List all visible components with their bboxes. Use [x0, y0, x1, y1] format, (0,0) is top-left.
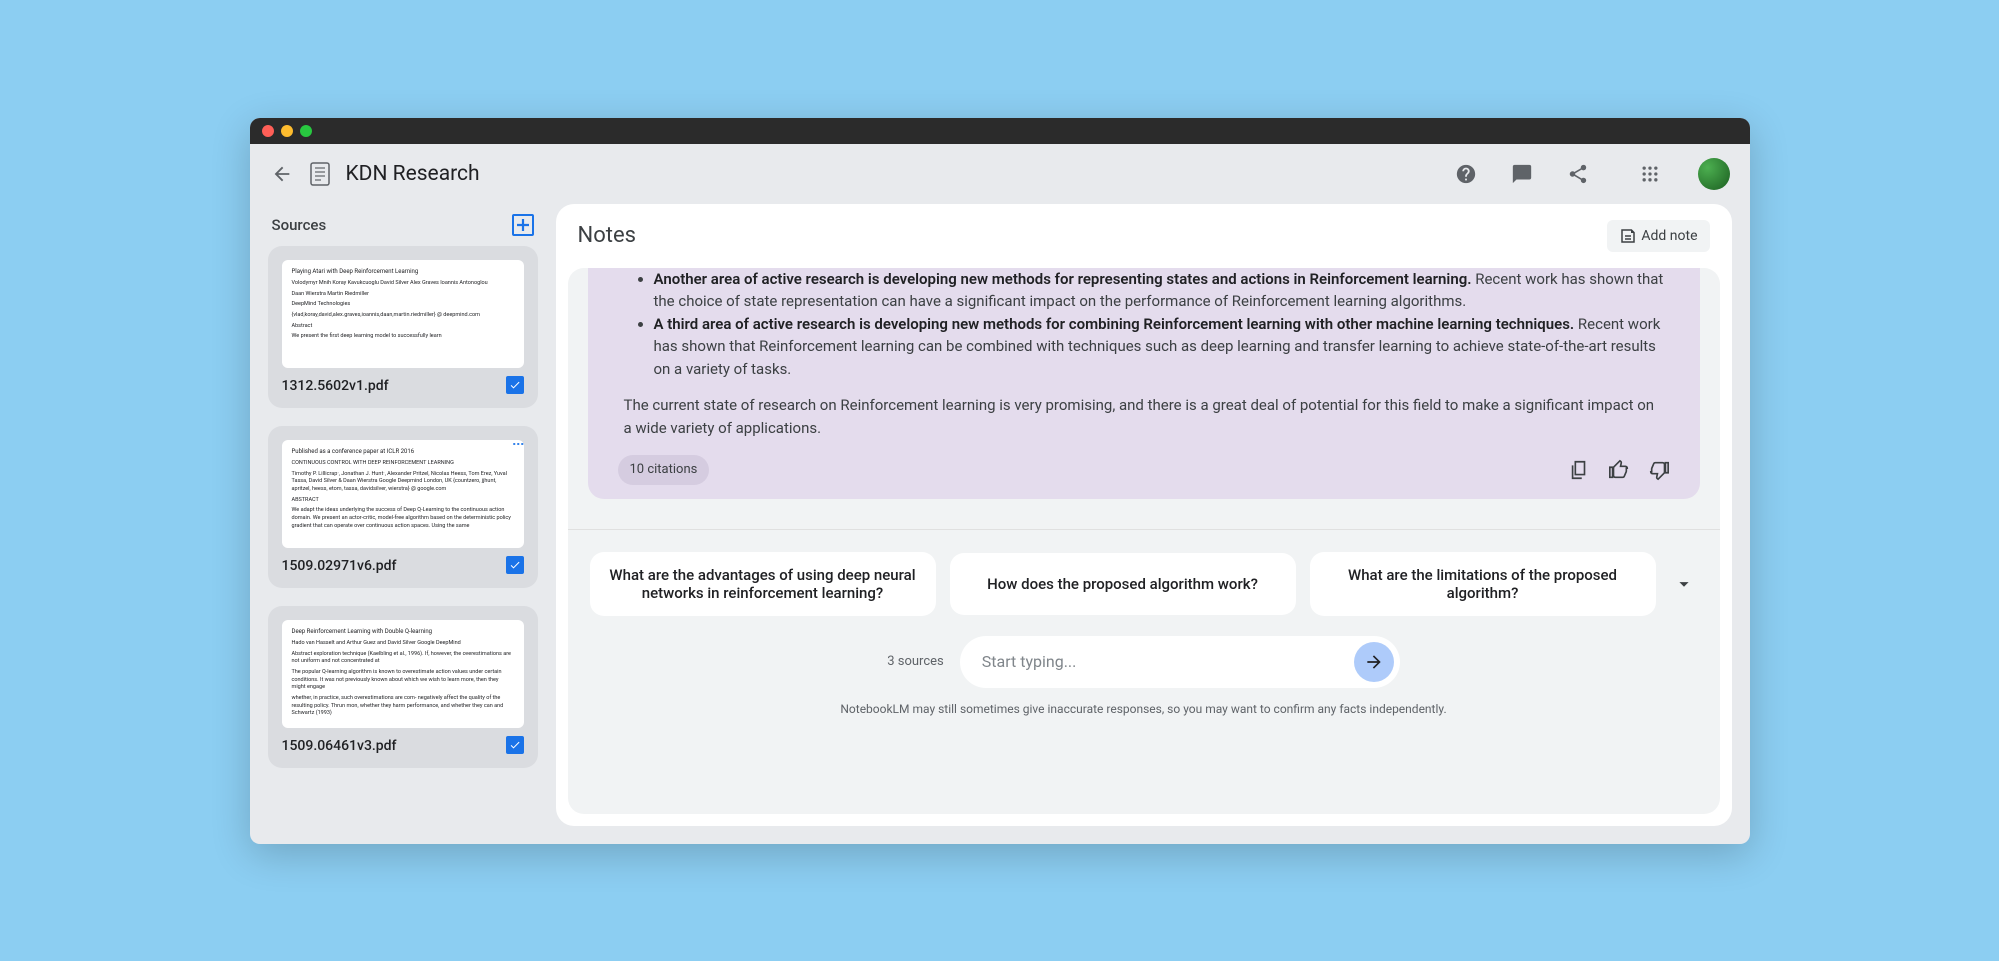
- notebook-title[interactable]: KDN Research: [346, 162, 480, 186]
- chat-area: Another area of active research is devel…: [568, 268, 1720, 814]
- source-thumbnail: Published as a conference paper at ICLR …: [282, 440, 524, 548]
- source-checkbox[interactable]: [506, 376, 524, 394]
- send-button[interactable]: [1354, 642, 1394, 682]
- copy-icon: [1568, 459, 1590, 481]
- source-card[interactable]: Playing Atari with Deep Reinforcement Le…: [268, 246, 538, 408]
- suggestions-row: What are the advantages of using deep ne…: [568, 529, 1720, 626]
- thumbs-up-icon: [1608, 459, 1630, 481]
- back-button[interactable]: [270, 162, 294, 186]
- expand-suggestions-button[interactable]: [1670, 573, 1698, 595]
- source-checkbox[interactable]: [506, 556, 524, 574]
- source-card[interactable]: ⋮ Published as a conference paper at ICL…: [268, 426, 538, 588]
- source-filename: 1509.02971v6.pdf: [282, 558, 524, 574]
- response-bullet: Another area of active research is devel…: [654, 268, 1670, 313]
- source-thumbnail: Deep Reinforcement Learning with Double …: [282, 620, 524, 728]
- document-icon: [310, 162, 330, 186]
- source-filename: 1312.5602v1.pdf: [282, 378, 524, 394]
- chevron-down-icon: [1673, 573, 1695, 595]
- content-area: Sources Playing Atari with Deep Reinforc…: [250, 204, 1750, 844]
- main-panel: Notes Add note Another area of active re…: [556, 204, 1732, 826]
- thumbs-up-button[interactable]: [1608, 459, 1630, 481]
- source-count-label: 3 sources: [887, 654, 944, 669]
- check-icon: [509, 559, 521, 571]
- notes-title: Notes: [578, 223, 636, 248]
- add-note-button[interactable]: Add note: [1607, 220, 1709, 252]
- response-bullet: A third area of active research is devel…: [654, 313, 1670, 381]
- thumbs-down-icon: [1648, 459, 1670, 481]
- suggestion-chip[interactable]: What are the advantages of using deep ne…: [590, 552, 936, 616]
- sources-title: Sources: [272, 216, 327, 234]
- share-icon: [1567, 163, 1589, 185]
- feedback-icons: [1568, 459, 1670, 481]
- check-icon: [509, 379, 521, 391]
- feedback-button[interactable]: [1510, 162, 1534, 186]
- add-note-label: Add note: [1641, 228, 1697, 244]
- response-card: Another area of active research is devel…: [588, 268, 1700, 499]
- main-header: Notes Add note: [556, 204, 1732, 268]
- user-avatar[interactable]: [1698, 158, 1730, 190]
- chat-input-container: [960, 636, 1400, 688]
- apps-grid-icon: [1640, 164, 1660, 184]
- chat-icon: [1511, 163, 1533, 185]
- response-footer: 10 citations: [618, 455, 1670, 485]
- arrow-forward-icon: [1364, 652, 1384, 672]
- suggestion-chip[interactable]: How does the proposed algorithm work?: [950, 553, 1296, 615]
- help-button[interactable]: [1454, 162, 1478, 186]
- copy-button[interactable]: [1568, 459, 1590, 481]
- source-filename: 1509.06461v3.pdf: [282, 738, 524, 754]
- citations-badge[interactable]: 10 citations: [618, 455, 710, 485]
- apps-button[interactable]: [1638, 162, 1662, 186]
- source-thumbnail: Playing Atari with Deep Reinforcement Le…: [282, 260, 524, 368]
- help-icon: [1455, 163, 1477, 185]
- check-icon: [509, 739, 521, 751]
- input-row: 3 sources: [568, 626, 1720, 694]
- window-maximize-button[interactable]: [300, 125, 312, 137]
- source-card[interactable]: Deep Reinforcement Learning with Double …: [268, 606, 538, 768]
- arrow-back-icon: [271, 163, 293, 185]
- sources-header: Sources: [268, 204, 538, 246]
- window-minimize-button[interactable]: [281, 125, 293, 137]
- disclaimer-text: NotebookLM may still sometimes give inac…: [568, 694, 1720, 728]
- note-add-icon: [1619, 227, 1637, 245]
- thumbs-down-button[interactable]: [1648, 459, 1670, 481]
- add-source-button[interactable]: [512, 214, 534, 236]
- app-window: KDN Research Sources Playing Atari: [250, 118, 1750, 844]
- top-bar: KDN Research: [250, 144, 1750, 204]
- window-close-button[interactable]: [262, 125, 274, 137]
- source-checkbox[interactable]: [506, 736, 524, 754]
- sources-sidebar: Sources Playing Atari with Deep Reinforc…: [268, 204, 538, 826]
- response-closing: The current state of research on Reinfor…: [618, 394, 1670, 439]
- plus-icon: [516, 218, 530, 232]
- share-button[interactable]: [1566, 162, 1590, 186]
- response-bullets: Another area of active research is devel…: [618, 268, 1670, 381]
- suggestion-chip[interactable]: What are the limitations of the proposed…: [1310, 552, 1656, 616]
- window-titlebar: [250, 118, 1750, 144]
- chat-input[interactable]: [982, 652, 1354, 671]
- source-more-button[interactable]: ⋮: [512, 438, 526, 451]
